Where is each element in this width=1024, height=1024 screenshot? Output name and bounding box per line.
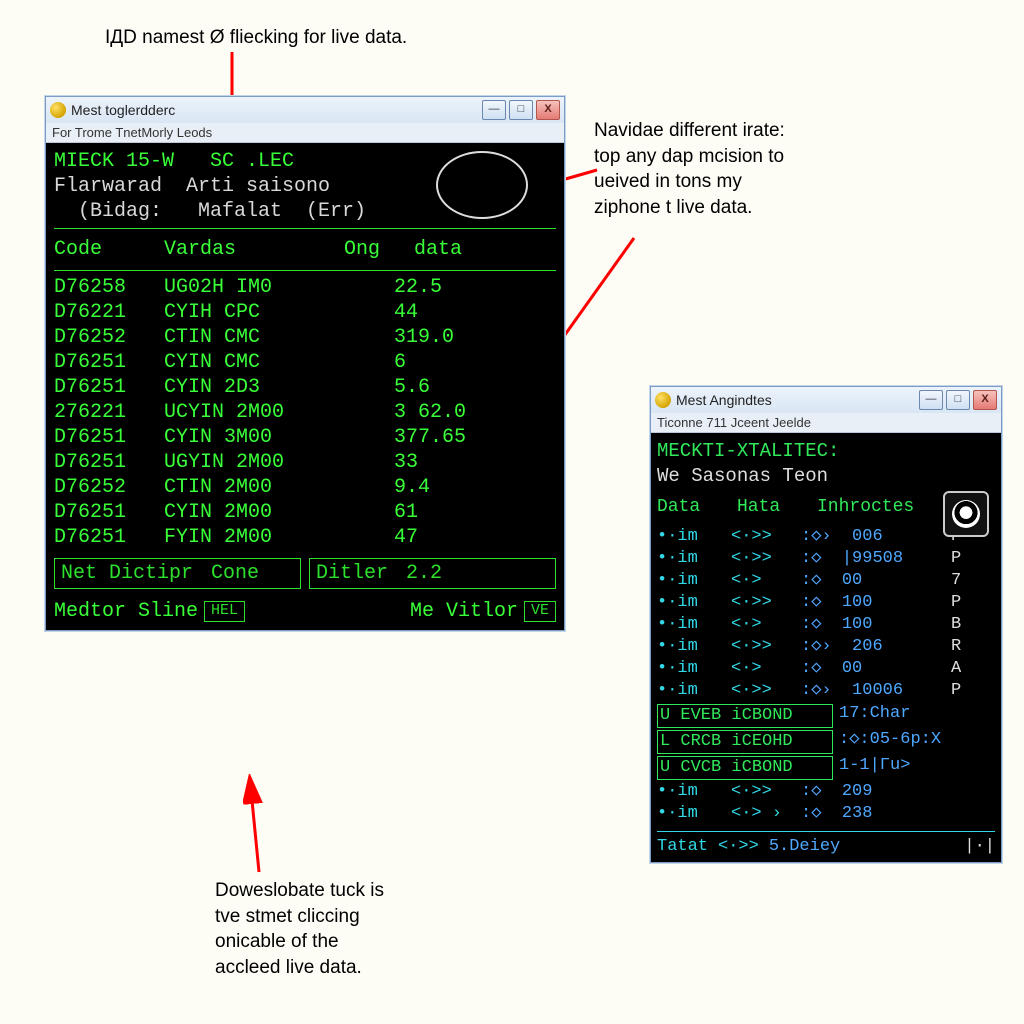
footer-right-label: Me Vitlor [410, 599, 518, 624]
table-row[interactable]: D76251UGYIN 2M0033 [54, 450, 556, 475]
titlebar[interactable]: Mest Angindtes — □ X [651, 387, 1001, 413]
minimize-button[interactable]: — [919, 390, 943, 410]
table-row[interactable]: •·im<·>>:◇ 100P [657, 592, 995, 614]
table-row[interactable]: D76251CYIN CMC6 [54, 350, 556, 375]
window-title: Mest toglerdderc [71, 102, 175, 118]
table-row[interactable]: 276221UCYIN 2M003 62.0 [54, 400, 556, 425]
menubar[interactable]: For Trome TnetMorly Leods [46, 123, 564, 143]
data-rows: D76258UG02H IM022.5D76221CYIH CPC44D7625… [54, 275, 556, 550]
divider [54, 228, 556, 229]
menubar[interactable]: Ticonne 711 Jceent Jeelde [651, 413, 1001, 433]
divider [54, 270, 556, 271]
window-secondary: Mest Angindtes — □ X Ticonne 711 Jceent … [650, 386, 1002, 863]
table-row[interactable]: •·im<·>>:◇› 206R [657, 636, 995, 658]
table-row[interactable]: D76251CYIN 3M00377.65 [54, 425, 556, 450]
table-row[interactable]: D76252CTIN CMC319.0 [54, 325, 556, 350]
table-row[interactable]: •·im<·> ›:◇ 238 [657, 803, 995, 825]
footer-label: Tatat [657, 836, 708, 858]
data-rows: •·im<·>>:◇› 006P•·im<·>>:◇ |99508P•·im<·… [657, 526, 995, 703]
status-row: U EVEB iCBOND17:Char [657, 703, 995, 729]
window-main: Mest toglerdderc — □ X For Trome TnetMor… [45, 96, 565, 631]
footer-left-button[interactable]: HEL [204, 601, 245, 622]
ellipse-marker [436, 151, 528, 219]
footer-row: Tatat <·>> 5.Deiey |·| [657, 831, 995, 858]
table-row[interactable]: D76252CTIN 2M009.4 [54, 475, 556, 500]
titlebar[interactable]: Mest toglerdderc — □ X [46, 97, 564, 123]
table-row[interactable]: D76221CYIH CPC44 [54, 300, 556, 325]
footer-row: Medtor Sline HEL Me Vitlor VE [54, 599, 556, 624]
app-icon [50, 102, 66, 118]
maximize-button[interactable]: □ [509, 100, 533, 120]
table-row[interactable]: •·im<·>:◇ 00A [657, 658, 995, 680]
table-row[interactable]: D76258UG02H IM022.5 [54, 275, 556, 300]
table-row[interactable]: •·im<·>:◇ 007 [657, 570, 995, 592]
maximize-button[interactable]: □ [946, 390, 970, 410]
header-line-2: We Sasonas Teon [657, 464, 995, 489]
close-button[interactable]: X [536, 100, 560, 120]
footer-value: 5.Deiey [769, 836, 840, 858]
column-headers: Code Vardas Ong data [54, 233, 556, 266]
table-row[interactable]: •·im<·>>:◇› 10006P [657, 680, 995, 702]
terminal-area[interactable]: MIECK 15-W SC .LEC Flarwarad Arti saison… [46, 143, 564, 630]
close-button[interactable]: X [973, 390, 997, 410]
annotation-top: IДD namest Ø fliecking for live data. [105, 25, 407, 51]
annotation-right: Navidae different irate: top any dap mci… [594, 118, 785, 221]
annotation-bottom: Doweslobate tuck is tve stmet cliccing o… [215, 878, 384, 981]
badge-icon [943, 491, 989, 537]
footer-indicator: |·| [964, 836, 995, 858]
header-line-1: MECKTI-XTALITEC: [657, 439, 995, 464]
data-rows-2: •·im<·>>:◇ 209•·im<·> ›:◇ 238 [657, 781, 995, 825]
table-row[interactable]: •·im<·>:◇ 100B [657, 614, 995, 636]
box-right[interactable]: Ditler2.2 [309, 558, 556, 589]
window-title: Mest Angindtes [676, 392, 772, 408]
footer-right-button[interactable]: VE [524, 601, 556, 622]
status-rows: U EVEB iCBOND17:CharL CRCB iCEOHD:◇:05-6… [657, 703, 995, 781]
table-row[interactable]: •·im<·>>:◇ |99508P [657, 548, 995, 570]
menu-items[interactable]: For Trome TnetMorly Leods [52, 125, 212, 140]
terminal-area[interactable]: MECKTI-XTALITEC: We Sasonas Teon Data Ha… [651, 433, 1001, 862]
footer-sym: <·>> [718, 836, 759, 858]
status-row: U CVCB iCBOND1-1|Гu> [657, 755, 995, 781]
footer-left-label: Medtor Sline [54, 599, 198, 624]
table-row[interactable]: D76251FYIN 2M0047 [54, 525, 556, 550]
menu-items[interactable]: Ticonne 711 Jceent Jeelde [657, 415, 811, 430]
table-row[interactable]: D76251CYIN 2D35.6 [54, 375, 556, 400]
box-left[interactable]: Net DictiprCone [54, 558, 301, 589]
minimize-button[interactable]: — [482, 100, 506, 120]
table-row[interactable]: •·im<·>>:◇ 209 [657, 781, 995, 803]
app-icon [655, 392, 671, 408]
table-row[interactable]: D76251CYIN 2M0061 [54, 500, 556, 525]
summary-boxes: Net DictiprCone Ditler2.2 [54, 558, 556, 589]
status-row: L CRCB iCEOHD:◇:05-6p:X [657, 729, 995, 755]
